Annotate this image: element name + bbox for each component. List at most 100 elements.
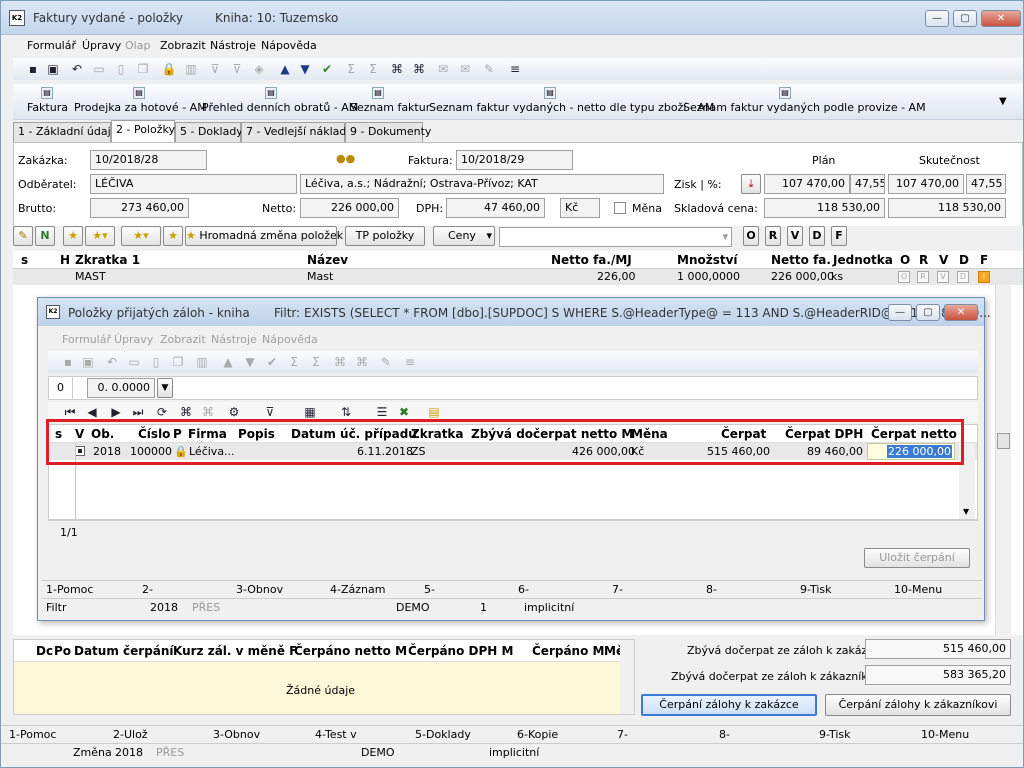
bcol-dc[interactable]: Dc — [36, 644, 53, 658]
menu-lines-icon[interactable]: ≡ — [507, 61, 523, 77]
col-s[interactable]: s — [21, 253, 28, 267]
dialog-maximize-button[interactable]: ▢ — [916, 304, 940, 321]
sum-sub-icon[interactable]: Σ — [365, 61, 381, 77]
star-add-icon[interactable]: ★▾ — [85, 226, 115, 246]
dialog-menu-napoveda[interactable]: Nápověda — [262, 333, 318, 346]
link-seznam-faktur[interactable]: Seznam faktur — [350, 101, 430, 114]
tab-polozky[interactable]: 2 - Položky — [111, 120, 175, 142]
odberatel-field[interactable]: LÉČIVA — [90, 174, 297, 194]
col-netto[interactable]: Netto fa. — [771, 253, 831, 267]
open-icon[interactable]: ▭ — [126, 354, 142, 370]
copy-icon[interactable]: ❐ — [170, 354, 186, 370]
col-nazev[interactable]: Název — [307, 253, 348, 267]
col-netto-mj[interactable]: Netto fa./MJ — [551, 253, 632, 267]
chevron-down-icon[interactable]: ▼ — [963, 507, 969, 516]
edit-icon[interactable]: ✎ — [13, 226, 33, 246]
col-jednotka[interactable]: Jednotka — [833, 253, 893, 267]
menu-formular[interactable]: Formulář — [27, 39, 76, 52]
dialog-tab-0[interactable]: 0 — [49, 377, 73, 399]
star-icon[interactable]: ★ — [63, 226, 83, 246]
col-mnozstvi[interactable]: Množství — [677, 253, 738, 267]
flag-v-button[interactable]: V — [787, 226, 803, 246]
dialog-book-field[interactable]: 0. 0.0000 — [87, 378, 155, 398]
refresh-icon[interactable]: ⟳ — [154, 404, 170, 420]
scroll-thumb[interactable] — [997, 433, 1010, 449]
fkey-9[interactable]: 9-Tisk — [819, 726, 851, 744]
arrow-down-icon[interactable]: ▼ — [242, 354, 258, 370]
flag-r-button[interactable]: R — [765, 226, 781, 246]
next-record-icon[interactable]: ▶ — [108, 404, 124, 420]
link-prodejka[interactable]: Prodejka za hotové - AM — [74, 101, 207, 114]
bcol-kurz[interactable]: Kurz zál. v měně F — [173, 644, 297, 658]
table-row[interactable]: MAST Mast 226,00 1 000,0000 226 000,00 k… — [13, 269, 1023, 285]
mail-icon[interactable]: ✉ — [435, 61, 451, 77]
coins-icon[interactable]: ●● — [336, 152, 355, 165]
filter-icon[interactable]: ⊽ — [207, 61, 223, 77]
menu-olap[interactable]: Olap — [125, 39, 150, 52]
dfkey-9[interactable]: 9-Tisk — [800, 581, 832, 599]
col-o[interactable]: O — [900, 253, 910, 267]
ceny-button[interactable]: Ceny ▾ — [433, 226, 495, 246]
first-record-icon[interactable]: ⏮ — [62, 404, 78, 420]
copy-icon[interactable]: ❐ — [135, 61, 151, 77]
dialog-menu-zobrazit[interactable]: Zobrazit — [160, 333, 206, 346]
items-scrollbar[interactable] — [995, 285, 1011, 635]
menu-upravy[interactable]: Úpravy — [82, 39, 121, 52]
fkey-10[interactable]: 10-Menu — [921, 726, 969, 744]
dfkey-8[interactable]: 8- — [706, 581, 717, 599]
star-edit-icon[interactable]: ★▾ — [121, 226, 161, 246]
fkey-6[interactable]: 6-Kopie — [517, 726, 558, 744]
book-icon[interactable]: ▥ — [183, 61, 199, 77]
dfkey-2[interactable]: 2- — [142, 581, 153, 599]
prev-record-icon[interactable]: ◀ — [84, 404, 100, 420]
menu-napoveda[interactable]: Nápověda — [261, 39, 317, 52]
dialog-menu-formular[interactable]: Formulář — [62, 333, 111, 346]
save-close-icon[interactable]: ▣ — [45, 61, 61, 77]
binoculars-icon[interactable]: ⌘ — [389, 61, 405, 77]
bcol-cerpano-netto[interactable]: Čerpáno netto M — [294, 644, 407, 658]
col-h[interactable]: H — [60, 253, 70, 267]
link-faktura[interactable]: Faktura — [27, 101, 68, 114]
col-zkratka[interactable]: Zkratka 1 — [75, 253, 140, 267]
tab-doklady[interactable]: 5 - Doklady — [175, 122, 243, 142]
col-d[interactable]: D — [959, 253, 969, 267]
columns-icon[interactable]: ▦ — [302, 404, 318, 420]
dfkey-10[interactable]: 10-Menu — [894, 581, 942, 599]
col-r[interactable]: R — [919, 253, 928, 267]
zisk-arrow-icon[interactable]: ⤓ — [741, 174, 761, 194]
undo-icon[interactable]: ↶ — [69, 61, 85, 77]
save-icon[interactable]: ▪ — [25, 61, 41, 77]
mail-open-icon[interactable]: ✉ — [457, 61, 473, 77]
odberatel-address-field[interactable]: Léčiva, a.s.; Nádražní; Ostrava-Přívoz; … — [300, 174, 664, 194]
hromadna-zmena-button[interactable]: ★ Hromadná změna položek — [185, 226, 343, 246]
arrow-down-icon[interactable]: ▼ — [297, 61, 313, 77]
excel-icon[interactable]: ✖ — [396, 404, 412, 420]
link-seznam-provize[interactable]: Seznam faktur vydaných podle provize - A… — [683, 101, 926, 114]
dialog-minimize-button[interactable]: — — [888, 304, 912, 321]
dfkey-1[interactable]: 1-Pomoc — [46, 581, 93, 599]
dfkey-6[interactable]: 6- — [518, 581, 529, 599]
sum-icon[interactable]: Σ — [343, 61, 359, 77]
fkey-8[interactable]: 8- — [719, 726, 730, 744]
stack-icon[interactable]: ◈ — [251, 61, 267, 77]
col-v[interactable]: V — [939, 253, 948, 267]
last-record-icon[interactable]: ⏭ — [130, 404, 146, 420]
fkey-2[interactable]: 2-Ulož — [113, 726, 148, 744]
maximize-button[interactable]: ▢ — [953, 10, 977, 27]
chevron-down-icon[interactable]: ▼ — [157, 378, 173, 398]
tab-dokumenty[interactable]: 9 - Dokumenty — [345, 122, 431, 142]
menu-zobrazit[interactable]: Zobrazit — [160, 39, 206, 52]
flag-o-button[interactable]: O — [743, 226, 759, 246]
zakazka-field[interactable]: 10/2018/28 — [90, 150, 207, 170]
fkey-7[interactable]: 7- — [617, 726, 628, 744]
chevron-down-icon[interactable]: ▼ — [999, 96, 1007, 107]
minimize-button[interactable]: — — [925, 10, 949, 27]
sum-icon[interactable]: Σ — [286, 354, 302, 370]
new-item-icon[interactable]: N — [35, 226, 55, 246]
arrow-up-icon[interactable]: ▲ — [277, 61, 293, 77]
ceny-dropdown[interactable]: ▾ — [499, 227, 732, 247]
options-icon[interactable]: ⚙ — [226, 404, 242, 420]
new-icon[interactable]: ▯ — [148, 354, 164, 370]
new-icon[interactable]: ▯ — [113, 61, 129, 77]
dfkey-3[interactable]: 3-Obnov — [236, 581, 283, 599]
